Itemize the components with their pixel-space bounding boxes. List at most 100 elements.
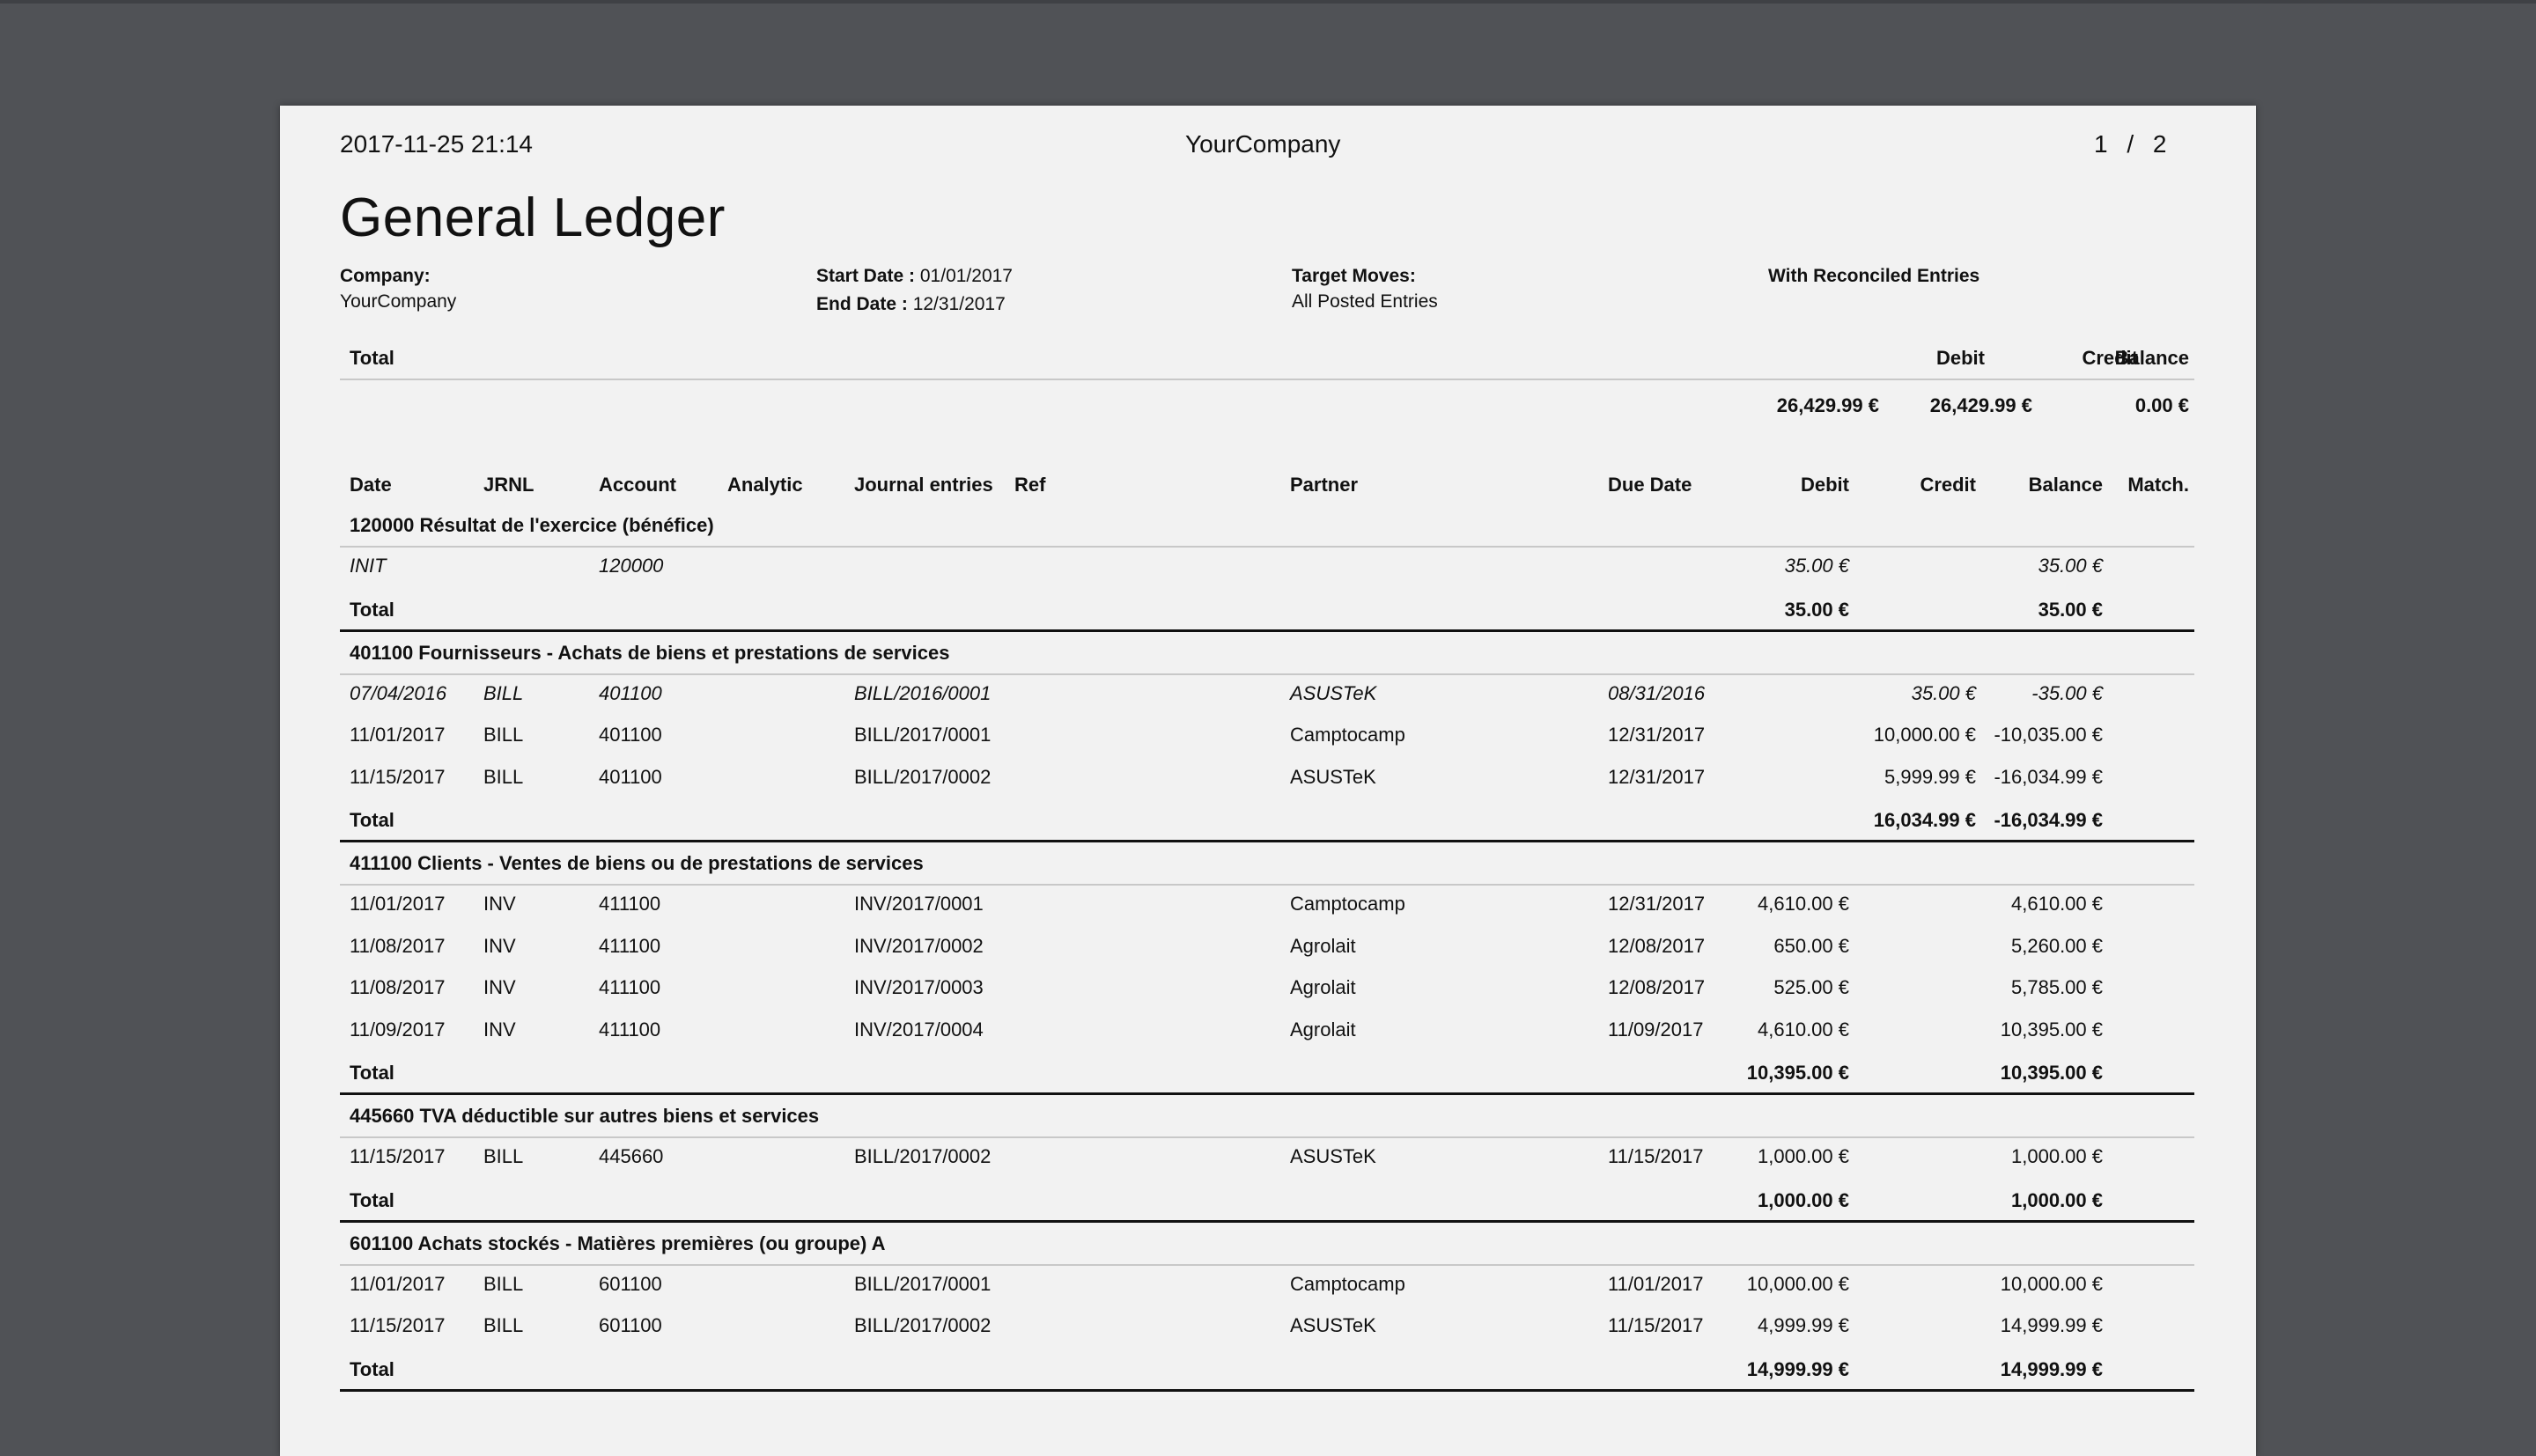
col-ref: Ref xyxy=(1014,474,1046,496)
ledger-cell-date: INIT xyxy=(350,555,387,577)
account-total-debit: 14,999.99 € xyxy=(1746,1357,1849,1380)
ledger-cell-debit: 10,000.00 € xyxy=(1746,1272,1849,1295)
ledger-cell-account: 401100 xyxy=(599,724,662,746)
summary-debit-header: Debit xyxy=(1936,347,1985,369)
account-total-balance: -16,034.99 € xyxy=(1994,809,2103,831)
section-divider xyxy=(340,546,2194,548)
page-number: 1 / 2 xyxy=(2094,130,2167,158)
ledger-cell-entry: INV/2017/0003 xyxy=(854,976,984,998)
account-total-balance: 1,000.00 € xyxy=(2011,1188,2103,1211)
target-moves-label: Target Moves: xyxy=(1292,266,1416,286)
summary-divider xyxy=(340,379,2194,380)
section-total-rule xyxy=(340,1388,2194,1392)
ledger-cell-partner: ASUSTeK xyxy=(1290,681,1377,704)
ledger-cell-entry: INV/2017/0002 xyxy=(854,934,984,957)
account-total-debit: 1,000.00 € xyxy=(1758,1188,1849,1211)
account-section-title: 411100 Clients - Ventes de biens ou de p… xyxy=(350,852,924,874)
page-total: 2 xyxy=(2152,130,2167,158)
ledger-cell-partner: Agrolait xyxy=(1290,934,1356,957)
ledger-cell-debit: 35.00 € xyxy=(1784,555,1849,577)
col-analytic: Analytic xyxy=(727,474,803,496)
ledger-cell-balance: 5,260.00 € xyxy=(2011,934,2103,957)
ledger-cell-account: 601100 xyxy=(599,1272,662,1295)
ledger-cell-partner: Camptocamp xyxy=(1290,1272,1405,1295)
ledger-cell-entry: BILL/2017/0002 xyxy=(854,765,992,788)
account-total-label: Total xyxy=(350,809,394,831)
ledger-cell-account: 411100 xyxy=(599,1018,661,1041)
ledger-cell-debit: 650.00 € xyxy=(1773,934,1849,957)
ledger-cell-account: 120000 xyxy=(599,555,664,577)
window-top-edge xyxy=(0,0,2536,4)
col-due-date: Due Date xyxy=(1608,474,1692,496)
account-total-label: Total xyxy=(350,598,394,621)
ledger-cell-date: 07/04/2016 xyxy=(350,681,447,704)
section-total-rule xyxy=(340,1219,2194,1223)
ledger-cell-jrnl: BILL xyxy=(483,1314,524,1336)
account-total-label: Total xyxy=(350,1357,394,1380)
ledger-cell-account: 411100 xyxy=(599,976,661,998)
summary-credit: 26,429.99 € xyxy=(1929,394,2032,416)
ledger-cell-debit: 4,610.00 € xyxy=(1758,1018,1849,1041)
ledger-cell-jrnl: INV xyxy=(483,934,516,957)
ledger-cell-date: 11/01/2017 xyxy=(350,724,446,746)
ledger-cell-debit: 4,610.00 € xyxy=(1758,893,1849,915)
ledger-cell-balance: -10,035.00 € xyxy=(1994,724,2103,746)
ledger-cell-due: 12/08/2017 xyxy=(1608,976,1706,998)
company-label: Company: xyxy=(340,266,431,286)
section-divider xyxy=(340,884,2194,886)
account-total-balance: 14,999.99 € xyxy=(2000,1357,2103,1380)
start-date: Start Date : 01/01/2017 xyxy=(816,266,1013,287)
ledger-cell-date: 11/01/2017 xyxy=(350,1272,446,1295)
ledger-cell-partner: Camptocamp xyxy=(1290,724,1405,746)
ledger-cell-balance: 35.00 € xyxy=(2038,555,2103,577)
end-date-value: 12/31/2017 xyxy=(912,294,1006,314)
account-section-title: 445660 TVA déductible sur autres biens e… xyxy=(350,1105,820,1127)
ledger-cell-date: 11/08/2017 xyxy=(350,934,446,957)
col-partner: Partner xyxy=(1290,474,1359,496)
ledger-cell-date: 11/15/2017 xyxy=(350,1314,446,1336)
ledger-cell-debit: 1,000.00 € xyxy=(1758,1145,1849,1167)
col-journal-entries: Journal entries xyxy=(854,474,993,496)
report-page: 2017-11-25 21:14 YourCompany 1 / 2 Gener… xyxy=(280,106,2256,1456)
col-match: Match. xyxy=(2127,474,2189,496)
ledger-cell-partner: Agrolait xyxy=(1290,976,1356,998)
ledger-cell-account: 401100 xyxy=(599,765,662,788)
ledger-cell-entry: INV/2017/0001 xyxy=(854,893,984,915)
ledger-cell-due: 12/31/2017 xyxy=(1608,724,1706,746)
ledger-cell-account: 401100 xyxy=(599,681,662,704)
account-total-label: Total xyxy=(350,1062,394,1084)
ledger-cell-account: 445660 xyxy=(599,1145,664,1167)
print-datetime: 2017-11-25 21:14 xyxy=(340,130,533,158)
account-total-debit: 35.00 € xyxy=(1784,598,1849,621)
section-total-rule xyxy=(340,840,2194,842)
end-date: End Date : 12/31/2017 xyxy=(816,294,1006,315)
ledger-cell-date: 11/15/2017 xyxy=(350,1145,446,1167)
ledger-cell-date: 11/01/2017 xyxy=(350,893,446,915)
ledger-cell-account: 601100 xyxy=(599,1314,662,1336)
ledger-cell-account: 411100 xyxy=(599,934,661,957)
ledger-cell-account: 411100 xyxy=(599,893,661,915)
ledger-cell-date: 11/09/2017 xyxy=(350,1018,446,1041)
section-divider xyxy=(340,673,2194,675)
col-credit: Credit xyxy=(1920,474,1976,496)
ledger-cell-due: 12/31/2017 xyxy=(1608,893,1706,915)
account-section-title: 120000 Résultat de l'exercice (bénéfice) xyxy=(350,514,714,536)
ledger-cell-due: 12/31/2017 xyxy=(1608,765,1706,788)
section-divider xyxy=(340,1136,2194,1138)
summary-balance: 0.00 € xyxy=(2134,394,2189,416)
col-debit: Debit xyxy=(1801,474,1849,496)
ledger-cell-balance: 4,610.00 € xyxy=(2011,893,2103,915)
col-account: Account xyxy=(599,474,676,496)
ledger-cell-entry: BILL/2016/0001 xyxy=(854,681,992,704)
section-divider xyxy=(340,1263,2194,1266)
ledger-cell-credit: 10,000.00 € xyxy=(1873,724,1976,746)
account-total-debit: 10,395.00 € xyxy=(1746,1062,1849,1084)
ledger-cell-date: 11/15/2017 xyxy=(350,765,446,788)
ledger-cell-balance: -35.00 € xyxy=(2031,681,2103,704)
account-section-title: 401100 Fournisseurs - Achats de biens et… xyxy=(350,641,950,664)
account-total-balance: 35.00 € xyxy=(2038,598,2103,621)
account-total-balance: 10,395.00 € xyxy=(2000,1062,2103,1084)
section-total-rule xyxy=(340,1092,2194,1095)
ledger-cell-due: 11/15/2017 xyxy=(1608,1314,1704,1336)
company-value: YourCompany xyxy=(340,291,457,312)
